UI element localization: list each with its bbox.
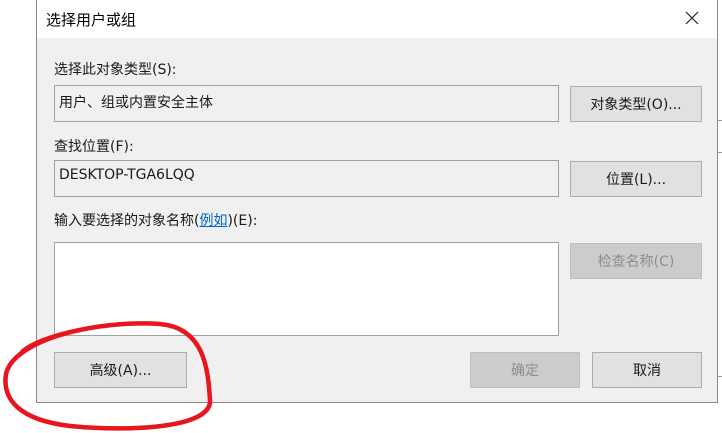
background-window-right: [718, 0, 722, 433]
advanced-button[interactable]: 高级(A)...: [54, 352, 187, 388]
check-names-button[interactable]: 检查名称(C): [570, 243, 702, 279]
ok-button[interactable]: 确定: [470, 352, 580, 388]
close-button[interactable]: [675, 2, 709, 34]
select-users-or-groups-dialog: 选择用户或组 选择此对象类型(S): 用户、组或内置安全主体 对象类型(O)..…: [36, 0, 718, 403]
object-type-label: 选择此对象类型(S):: [54, 62, 177, 78]
object-names-input[interactable]: [54, 242, 559, 336]
dialog-title: 选择用户或组: [46, 11, 137, 29]
object-names-label-prefix: 输入要选择的对象名称(: [54, 213, 200, 229]
background-divider: [718, 376, 722, 377]
background-divider: [718, 120, 722, 121]
object-names-label-suffix: )(E):: [227, 213, 258, 229]
examples-link[interactable]: 例如: [199, 213, 227, 229]
locations-button[interactable]: 位置(L)...: [570, 161, 702, 197]
background-window-left: [0, 0, 36, 433]
title-bar: 选择用户或组: [37, 0, 717, 38]
cancel-button[interactable]: 取消: [592, 352, 702, 388]
object-types-button[interactable]: 对象类型(O)...: [570, 86, 702, 122]
background-divider: [718, 152, 722, 153]
object-names-label: 输入要选择的对象名称(例如)(E):: [54, 210, 257, 230]
close-icon: [685, 11, 699, 25]
location-field: DESKTOP-TGA6LQQ: [54, 160, 559, 197]
location-label: 查找位置(F):: [54, 139, 134, 155]
object-type-field: 用户、组或内置安全主体: [54, 85, 559, 122]
